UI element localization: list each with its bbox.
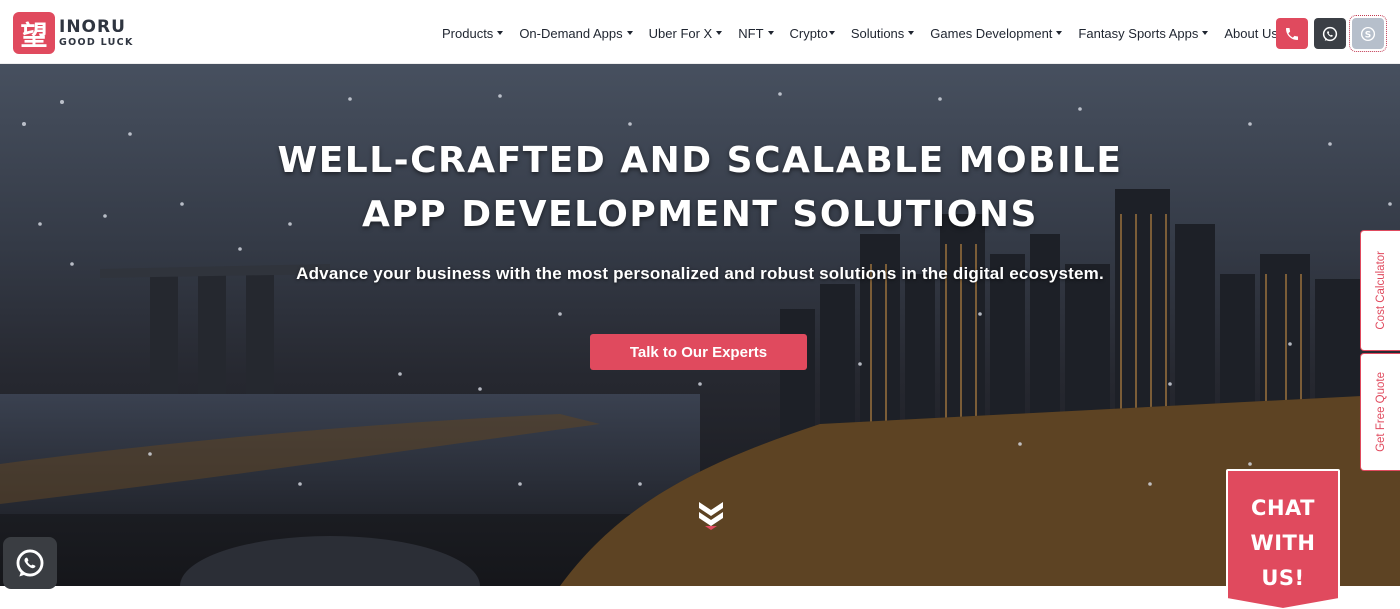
phone-button[interactable] — [1276, 18, 1308, 49]
chevron-down-icon — [497, 31, 504, 35]
chat-line-2: WITH — [1250, 531, 1316, 555]
skype-icon: S — [1360, 26, 1376, 41]
nav-item-fantasy-sports-apps[interactable]: Fantasy Sports Apps — [1070, 26, 1216, 41]
whatsapp-icon — [16, 549, 44, 577]
cost-calculator-label: Cost Calculator — [1374, 251, 1387, 330]
chevron-down-icon — [767, 31, 774, 35]
chat-with-us-button[interactable]: CHAT WITH US! — [1226, 469, 1340, 609]
hero-subtitle: Advance your business with the most pers… — [296, 264, 1104, 283]
nav-item-games-development[interactable]: Games Development — [922, 26, 1070, 41]
whatsapp-float-button[interactable] — [3, 537, 57, 589]
logo[interactable]: 望 INORU GOOD LUCK — [13, 12, 134, 54]
logo-mark: 望 — [13, 12, 55, 54]
chevron-down-icon — [828, 31, 835, 35]
skype-button[interactable]: S — [1349, 15, 1387, 52]
chevron-down-icon — [716, 31, 723, 35]
nav-label: Games Development — [930, 25, 1053, 41]
chevron-down-icon — [626, 31, 633, 35]
cost-calculator-tab[interactable]: Cost Calculator — [1360, 230, 1400, 351]
nav-item-uber-for-x[interactable]: Uber For X — [641, 26, 731, 41]
chat-line-3: US! — [1261, 566, 1305, 590]
logo-tagline: GOOD LUCK — [59, 36, 134, 48]
free-quote-label: Get Free Quote — [1374, 372, 1387, 452]
chat-text: CHAT WITH US! — [1226, 491, 1340, 596]
hero-title-line-1: WELL-CRAFTED AND SCALABLE MOBILE — [277, 140, 1123, 181]
nav-label: Uber For X — [648, 25, 713, 41]
nav-label: Products — [442, 25, 494, 41]
nav-item-nft[interactable]: NFT — [730, 26, 781, 41]
whatsapp-icon — [1322, 26, 1338, 41]
hero-title-line-2: APP DEVELOPMENT SOLUTIONS — [362, 194, 1038, 235]
chat-line-1: CHAT — [1251, 496, 1315, 520]
hero-title: WELL-CRAFTED AND SCALABLE MOBILE APP DEV… — [0, 134, 1400, 242]
chevron-down-icon — [908, 31, 915, 35]
nav-label: Fantasy Sports Apps — [1078, 25, 1199, 41]
whatsapp-button[interactable] — [1314, 18, 1346, 49]
nav-item-solutions[interactable]: Solutions — [843, 26, 922, 41]
svg-text:S: S — [1365, 30, 1371, 40]
nav-label: About Us — [1224, 25, 1278, 41]
nav-item-on-demand-apps[interactable]: On-Demand Apps — [511, 26, 640, 41]
nav-label: NFT — [738, 25, 764, 41]
nav-item-crypto[interactable]: Crypto — [782, 26, 843, 41]
double-chevron-down-icon — [699, 502, 723, 530]
phone-icon — [1286, 27, 1298, 40]
talk-to-experts-button[interactable]: Talk to Our Experts — [590, 334, 807, 370]
logo-text: INORU GOOD LUCK — [59, 16, 134, 48]
chevron-down-icon — [1202, 31, 1209, 35]
main-nav: Products On-Demand Apps Uber For X NFT C… — [434, 0, 1286, 66]
chevron-down-icon — [1056, 31, 1063, 35]
nav-label: Crypto — [789, 25, 828, 41]
logo-name: INORU — [59, 16, 126, 37]
nav-item-products[interactable]: Products — [434, 26, 511, 41]
scroll-down-button[interactable] — [697, 496, 725, 535]
nav-label: On-Demand Apps — [519, 25, 623, 41]
site-header: 望 INORU GOOD LUCK Products On-Demand App… — [0, 0, 1400, 64]
nav-label: Solutions — [850, 25, 905, 41]
hero-section: WELL-CRAFTED AND SCALABLE MOBILE APP DEV… — [0, 64, 1400, 586]
free-quote-tab[interactable]: Get Free Quote — [1360, 353, 1400, 471]
